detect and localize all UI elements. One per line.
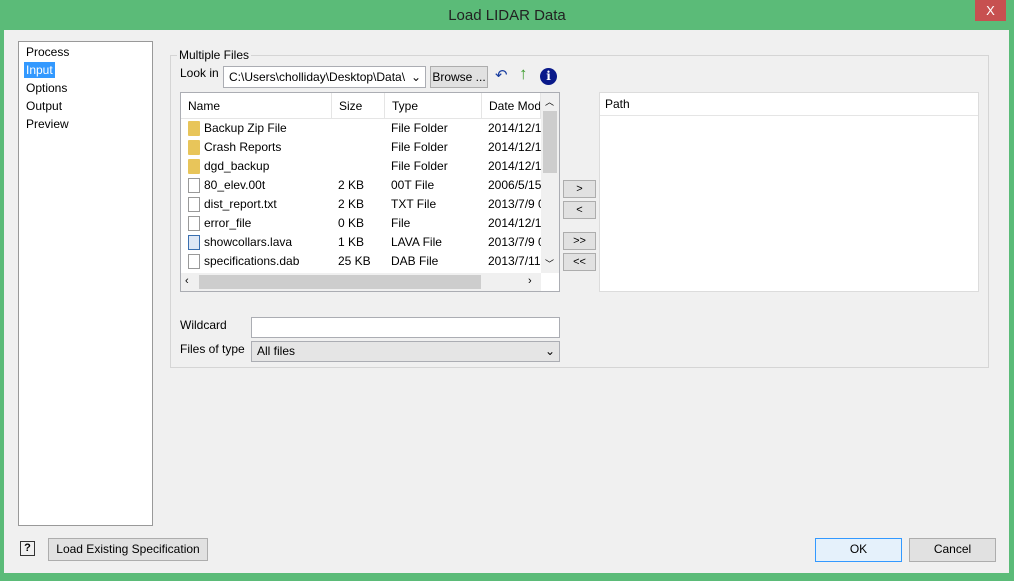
- file-size: 0 KB: [338, 216, 365, 230]
- close-button[interactable]: X: [975, 0, 1006, 21]
- remove-button[interactable]: <: [563, 201, 596, 219]
- file-size: 2 KB: [338, 197, 365, 211]
- file-size: 1 KB: [338, 235, 365, 249]
- file-date: 2014/12/1(: [488, 121, 541, 135]
- file-name: showcollars.lava: [204, 235, 293, 249]
- file-icon: [188, 197, 200, 212]
- file-date: 2013/7/9 0: [488, 197, 541, 211]
- folder-icon: [188, 121, 200, 136]
- look-in-combo[interactable]: C:\Users\cholliday\Desktop\Data\ ⌄: [223, 66, 426, 88]
- scroll-down-icon[interactable]: ﹀: [545, 257, 554, 270]
- file-name: error_file: [204, 216, 252, 230]
- column-type[interactable]: Type: [385, 93, 482, 119]
- file-type: File Folder: [391, 140, 448, 154]
- group-title: Multiple Files: [177, 48, 252, 62]
- file-date: 2014/12/1(: [488, 216, 541, 230]
- file-date: 2014/12/1(: [488, 159, 541, 173]
- file-row[interactable]: Backup Zip File File Folder 2014/12/1(: [181, 119, 541, 138]
- folder-icon: [188, 159, 200, 174]
- chevron-down-icon: ⌄: [410, 70, 421, 84]
- wildcard-label: Wildcard: [180, 318, 227, 332]
- files-of-type-value: All files: [257, 344, 296, 358]
- file-type: DAB File: [391, 254, 439, 268]
- file-date: 2014/12/1(: [488, 140, 541, 154]
- wildcard-input[interactable]: [251, 317, 560, 338]
- file-row[interactable]: specifications.dab 25 KB DAB File 2013/7…: [181, 252, 541, 271]
- file-type: 00T File: [391, 178, 435, 192]
- file-icon: [188, 178, 200, 193]
- file-type: File Folder: [391, 121, 448, 135]
- browse-button[interactable]: Browse ...: [430, 66, 488, 88]
- file-icon: [188, 254, 200, 269]
- column-date[interactable]: Date Mod: [482, 93, 541, 119]
- file-name: specifications.dab: [204, 254, 300, 268]
- nav-panel: Process Input Options Output Preview: [18, 41, 153, 526]
- add-all-button[interactable]: >>: [563, 232, 596, 250]
- look-in-label: Look in: [180, 66, 219, 80]
- look-in-value: C:\Users\cholliday\Desktop\Data\: [229, 70, 406, 84]
- file-date: 2013/7/11: [488, 254, 541, 268]
- file-size: 2 KB: [338, 178, 365, 192]
- file-date: 2006/5/15: [488, 178, 541, 192]
- file-name: dgd_backup: [204, 159, 270, 173]
- add-button[interactable]: >: [563, 180, 596, 198]
- file-date: 2013/7/9 0: [488, 235, 541, 249]
- lava-icon: [188, 235, 200, 250]
- vertical-scrollbar[interactable]: ︿ ﹀: [541, 93, 559, 273]
- files-of-type-select[interactable]: All files ⌄: [251, 341, 560, 362]
- file-icon: [188, 216, 200, 231]
- file-row[interactable]: error_file 0 KB File 2014/12/1(: [181, 214, 541, 233]
- file-name: Crash Reports: [204, 140, 282, 154]
- back-icon[interactable]: ↶: [495, 66, 508, 84]
- help-icon[interactable]: ?: [20, 541, 35, 556]
- scroll-left-icon[interactable]: ‹: [185, 275, 189, 287]
- file-type: TXT File: [391, 197, 437, 211]
- column-name[interactable]: Name: [181, 93, 332, 119]
- folder-icon: [188, 140, 200, 155]
- remove-all-button[interactable]: <<: [563, 253, 596, 271]
- scroll-right-icon[interactable]: ›: [528, 275, 532, 287]
- column-size[interactable]: Size: [332, 93, 385, 119]
- file-name: Backup Zip File: [204, 121, 287, 135]
- up-folder-icon[interactable]: ↑: [519, 64, 528, 84]
- file-type: File: [391, 216, 411, 230]
- file-type: LAVA File: [391, 235, 442, 249]
- scroll-thumb[interactable]: [543, 111, 557, 173]
- nav-item-process[interactable]: Process: [24, 44, 71, 60]
- scroll-up-icon[interactable]: ︿: [545, 95, 554, 108]
- file-row[interactable]: 80_elev.00t 2 KB 00T File 2006/5/15: [181, 176, 541, 195]
- ok-button[interactable]: OK: [815, 538, 902, 562]
- info-icon[interactable]: i: [540, 68, 557, 85]
- file-row[interactable]: dgd_backup File Folder 2014/12/1(: [181, 157, 541, 176]
- nav-item-options[interactable]: Options: [24, 80, 69, 96]
- file-row[interactable]: Crash Reports File Folder 2014/12/1(: [181, 138, 541, 157]
- chevron-down-icon: ⌄: [544, 344, 555, 358]
- file-size: 25 KB: [338, 254, 371, 268]
- nav-item-preview[interactable]: Preview: [24, 116, 71, 132]
- file-list[interactable]: Name Size Type Date Mod Backup Zip File …: [180, 92, 560, 292]
- file-name: dist_report.txt: [204, 197, 277, 211]
- file-row[interactable]: showcollars.lava 1 KB LAVA File 2013/7/9…: [181, 233, 541, 252]
- cancel-button[interactable]: Cancel: [909, 538, 996, 562]
- nav-item-input[interactable]: Input: [24, 62, 55, 78]
- file-name: 80_elev.00t: [204, 178, 266, 192]
- horizontal-scrollbar[interactable]: ‹ ›: [181, 273, 541, 291]
- column-path[interactable]: Path: [600, 93, 978, 116]
- window-title: Load LIDAR Data: [448, 7, 566, 24]
- file-row[interactable]: dist_report.txt 2 KB TXT File 2013/7/9 0: [181, 195, 541, 214]
- file-type: File Folder: [391, 159, 448, 173]
- nav-item-output[interactable]: Output: [24, 98, 64, 114]
- files-of-type-label: Files of type: [180, 342, 245, 356]
- hscroll-thumb[interactable]: [199, 275, 481, 289]
- load-spec-button[interactable]: Load Existing Specification: [48, 538, 208, 561]
- path-list[interactable]: Path: [599, 92, 979, 292]
